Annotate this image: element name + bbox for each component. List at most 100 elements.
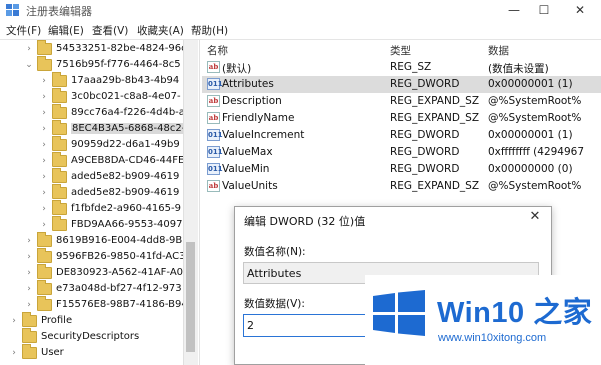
tree-item[interactable]: › 17aaa29b-8b43-4b94 xyxy=(0,72,183,90)
tree-item-label: aded5e82-b909-4619 xyxy=(71,187,180,198)
string-value-icon: ab xyxy=(207,95,220,107)
value-name: Description xyxy=(222,95,282,107)
tree-item[interactable]: › 8EC4B3A5-6868-48c2- xyxy=(0,120,187,138)
value-data: 0x00000000 (0) xyxy=(488,163,573,175)
value-data: 0x00000001 (1) xyxy=(488,129,573,141)
tree-item[interactable]: › f1fbfde2-a960-4165-9 xyxy=(0,200,183,218)
folder-icon xyxy=(37,296,52,311)
list-row[interactable]: ab ValueUnits REG_EXPAND_SZ @%SystemRoot% xyxy=(202,178,601,195)
dialog-close-button[interactable]: ✕ xyxy=(525,209,545,224)
chevron-right-icon[interactable]: › xyxy=(39,218,49,232)
chevron-right-icon[interactable]: › xyxy=(39,74,49,88)
folder-icon xyxy=(37,40,52,55)
folder-icon xyxy=(52,120,67,135)
chevron-right-icon[interactable]: › xyxy=(39,154,49,168)
chevron-right-icon[interactable]: › xyxy=(39,170,49,184)
value-type: REG_EXPAND_SZ xyxy=(390,95,480,107)
watermark-brand-name: Win10 之家 xyxy=(437,297,593,329)
folder-icon xyxy=(37,248,52,263)
tree-item[interactable]: › 54533251-82be-4824-96c xyxy=(0,40,187,58)
tree-item[interactable]: › DE830923-A562-41AF-A0 xyxy=(0,264,183,282)
tree-item-label: 90959d22-d6a1-49b9 xyxy=(71,139,180,150)
tree-item[interactable]: › 90959d22-d6a1-49b9 xyxy=(0,136,183,154)
value-name: (默认) xyxy=(222,63,252,75)
list-row[interactable]: 011 ValueMax REG_DWORD 0xffffffff (4294967 xyxy=(202,144,601,161)
registry-key-tree: › 54533251-82be-4824-96c ⌄ 7516b95f-f776-44… xyxy=(0,40,198,365)
tree-item[interactable]: ⌄ 7516b95f-f776-4464-8c5 xyxy=(0,56,183,74)
string-value-icon: ab xyxy=(207,112,220,124)
chevron-right-icon[interactable]: › xyxy=(24,266,34,280)
folder-icon xyxy=(37,56,52,71)
binary-value-icon: 011 xyxy=(207,129,223,141)
value-data: @%SystemRoot% xyxy=(488,112,582,124)
value-type: REG_EXPAND_SZ xyxy=(390,180,480,192)
chevron-right-icon[interactable]: › xyxy=(39,138,49,152)
tree-item[interactable]: › 9596FB26-9850-41fd-AC3 xyxy=(0,248,186,266)
tree-item[interactable]: › A9CEB8DA-CD46-44FE xyxy=(0,152,185,170)
chevron-down-icon[interactable]: ⌄ xyxy=(24,58,34,72)
chevron-right-icon[interactable]: › xyxy=(39,186,49,200)
value-type: REG_DWORD xyxy=(390,129,460,141)
list-row[interactable]: 011 ValueMin REG_DWORD 0x00000000 (0) xyxy=(202,161,601,178)
chevron-right-icon[interactable]: › xyxy=(24,298,34,312)
value-name: Attributes xyxy=(222,78,274,90)
list-row[interactable]: ab Description REG_EXPAND_SZ @%SystemRoot% xyxy=(202,93,601,110)
menu-edit[interactable]: 编辑(E) xyxy=(48,23,84,38)
maximize-button[interactable]: ☐ xyxy=(527,0,561,20)
folder-icon xyxy=(52,168,67,183)
tree-item-label: A9CEB8DA-CD46-44FE xyxy=(71,155,185,166)
dialog-title: 编辑 DWORD (32 位)值 xyxy=(244,215,366,228)
folder-icon xyxy=(52,216,67,231)
tree-item[interactable]: › User xyxy=(0,344,183,362)
close-button[interactable]: ✕ xyxy=(563,0,597,20)
tree-scrollbar-thumb[interactable] xyxy=(186,242,195,352)
list-row[interactable]: 011 ValueIncrement REG_DWORD 0x00000001 (1) xyxy=(202,127,601,144)
tree-item[interactable]: › e73a048d-bf27-4f12-973 xyxy=(0,280,183,298)
value-data: 0x00000001 (1) xyxy=(488,78,573,90)
chevron-right-icon[interactable] xyxy=(9,330,19,344)
chevron-right-icon[interactable]: › xyxy=(39,122,49,136)
chevron-right-icon[interactable]: › xyxy=(24,42,34,56)
chevron-right-icon[interactable]: › xyxy=(39,202,49,216)
tree-item[interactable]: › FBD9AA66-9553-4097 xyxy=(0,216,183,234)
folder-icon xyxy=(22,312,37,327)
list-row[interactable]: ab FriendlyName REG_EXPAND_SZ @%SystemRoot% xyxy=(202,110,601,127)
chevron-right-icon[interactable]: › xyxy=(24,282,34,296)
tree-item-label: 9596FB26-9850-41fd-AC3 xyxy=(56,251,186,262)
tree-item[interactable]: › aded5e82-b909-4619 xyxy=(0,168,183,186)
chevron-right-icon[interactable]: › xyxy=(24,234,34,248)
chevron-right-icon[interactable]: › xyxy=(39,106,49,120)
chevron-right-icon[interactable]: › xyxy=(24,250,34,264)
menu-file[interactable]: 文件(F) xyxy=(6,23,41,38)
tree-item[interactable]: › aded5e82-b909-4619 xyxy=(0,184,183,202)
value-data: (数值未设置) xyxy=(488,63,549,75)
registry-editor-window: 注册表编辑器 — ☐ ✕ 文件(F) 编辑(E) 查看(V) 收藏夹(A) 帮助… xyxy=(0,0,601,365)
chevron-right-icon[interactable]: › xyxy=(9,314,19,328)
chevron-right-icon[interactable]: › xyxy=(39,90,49,104)
menu-favorites[interactable]: 收藏夹(A) xyxy=(137,23,184,38)
folder-icon xyxy=(52,72,67,87)
tree-item-label: 89cc76a4-f226-4d4b-a xyxy=(71,107,185,118)
window-title: 注册表编辑器 xyxy=(26,5,92,18)
column-header-name[interactable]: 名称 xyxy=(207,43,228,58)
tree-item[interactable]: › 8619B916-E004-4dd8-9B xyxy=(0,232,183,250)
tree-item-label: 8EC4B3A5-6868-48c2- xyxy=(71,123,187,134)
folder-icon xyxy=(22,328,37,343)
minimize-button[interactable]: — xyxy=(497,0,531,20)
column-header-type[interactable]: 类型 xyxy=(390,43,411,58)
binary-value-icon: 011 xyxy=(207,163,223,175)
chevron-right-icon[interactable]: › xyxy=(9,346,19,360)
menu-help[interactable]: 帮助(H) xyxy=(191,23,228,38)
list-row[interactable]: 011 Attributes REG_DWORD 0x00000001 (1) xyxy=(202,76,601,93)
list-row[interactable]: ab (默认) REG_SZ (数值未设置) xyxy=(202,59,601,76)
value-data-input[interactable]: 2 xyxy=(243,314,383,337)
folder-icon xyxy=(37,280,52,295)
value-name: ValueUnits xyxy=(222,180,278,192)
registry-values-list: 名称 类型 数据 ab (默认) REG_SZ (数值未设置) 011 Attribute… xyxy=(202,40,601,200)
menu-view[interactable]: 查看(V) xyxy=(92,23,128,38)
column-header-data[interactable]: 数据 xyxy=(488,43,509,58)
value-name-label: 数值名称(N): xyxy=(244,246,306,258)
value-type: REG_DWORD xyxy=(390,146,460,158)
tree-item[interactable]: › 89cc76a4-f226-4d4b-a xyxy=(0,104,185,122)
tree-item[interactable]: › 3c0bc021-c8a8-4e07- xyxy=(0,88,183,106)
